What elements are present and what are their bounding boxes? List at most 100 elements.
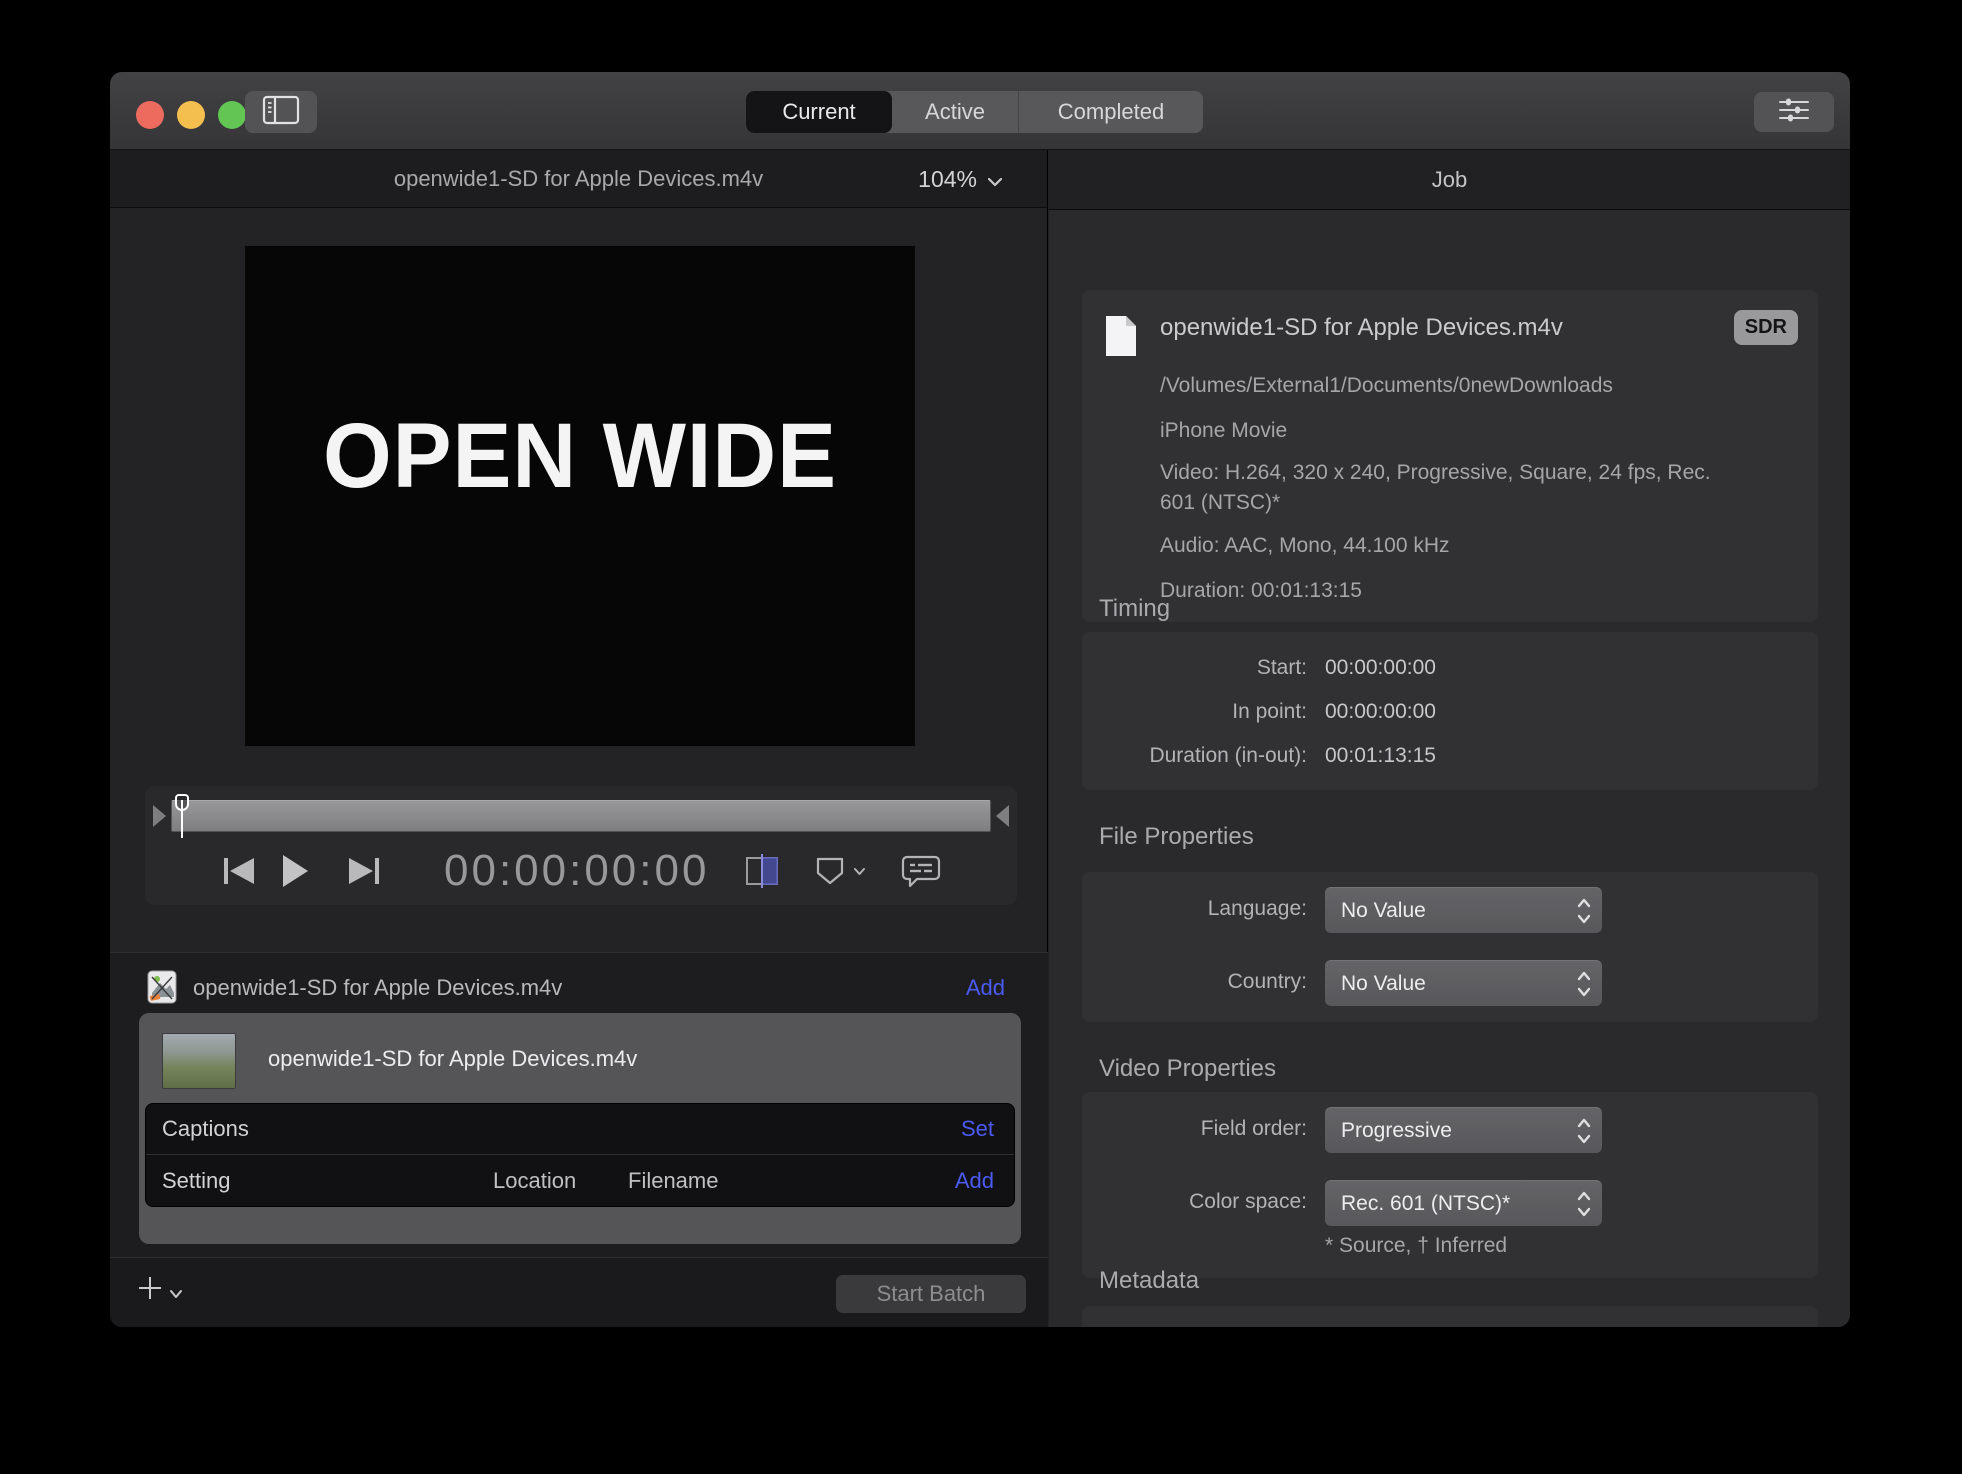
in-point-marker[interactable] bbox=[153, 805, 166, 827]
add-job-button[interactable] bbox=[136, 1274, 183, 1302]
split-view-icon bbox=[741, 853, 783, 889]
video-properties-section-header: Video Properties bbox=[1099, 1055, 1276, 1083]
timing-start-value: 00:00:00:00 bbox=[1325, 656, 1436, 680]
toolbar: Current Active Completed bbox=[110, 72, 1850, 150]
file-audio-info: Audio: AAC, Mono, 44.100 kHz bbox=[1160, 531, 1450, 561]
start-batch-button[interactable]: Start Batch bbox=[836, 1275, 1026, 1313]
out-point-marker[interactable] bbox=[996, 805, 1009, 827]
timing-start-label: Start: bbox=[1082, 656, 1307, 680]
next-frame-icon bbox=[345, 855, 383, 887]
preview-area: OPEN WIDE bbox=[110, 208, 1047, 952]
file-info-card: openwide1-SD for Apple Devices.m4v SDR /… bbox=[1082, 290, 1818, 622]
popup-chevrons-icon bbox=[1576, 968, 1592, 1006]
metadata-card bbox=[1082, 1306, 1818, 1327]
zoom-window-button[interactable] bbox=[218, 101, 246, 129]
playback-controls: 00:00:00:00 bbox=[145, 842, 1017, 900]
color-space-value: Rec. 601 (NTSC)* bbox=[1341, 1192, 1510, 1216]
tab-active[interactable]: Active bbox=[892, 91, 1018, 133]
document-icon bbox=[1104, 314, 1138, 363]
video-properties-card: Field order: Progressive Color space: Re… bbox=[1082, 1092, 1818, 1278]
color-space-popup[interactable]: Rec. 601 (NTSC)* bbox=[1325, 1180, 1602, 1226]
batch-source-filename: openwide1-SD for Apple Devices.m4v bbox=[193, 975, 562, 1001]
batch-view-segmented-control: Current Active Completed bbox=[746, 91, 1203, 133]
inspector-pane: Job openwide1-SD for Apple Devices.m4v S… bbox=[1049, 150, 1850, 1327]
setting-column-label: Setting bbox=[162, 1168, 231, 1194]
sidebar-toggle-button[interactable] bbox=[245, 91, 317, 133]
job-filename: openwide1-SD for Apple Devices.m4v bbox=[268, 1046, 637, 1072]
captions-overlay-button[interactable] bbox=[901, 853, 941, 889]
field-order-popup[interactable]: Progressive bbox=[1325, 1107, 1602, 1153]
batch-section: openwide1-SD for Apple Devices.m4v Add o… bbox=[110, 952, 1048, 1257]
batch-bottom-bar: Start Batch bbox=[110, 1257, 1048, 1327]
language-label: Language: bbox=[1082, 897, 1307, 921]
minimize-window-button[interactable] bbox=[177, 101, 205, 129]
compare-view-button[interactable] bbox=[741, 853, 783, 889]
popup-chevrons-icon bbox=[1576, 1188, 1592, 1226]
captions-label: Captions bbox=[162, 1116, 249, 1142]
timing-duration-value: 00:01:13:15 bbox=[1325, 744, 1436, 768]
file-properties-section-header: File Properties bbox=[1099, 823, 1254, 851]
play-button[interactable] bbox=[280, 853, 310, 889]
timeline-scrubber[interactable] bbox=[171, 800, 991, 832]
country-popup[interactable]: No Value bbox=[1325, 960, 1602, 1006]
job-thumbnail bbox=[162, 1033, 236, 1089]
sdr-badge: SDR bbox=[1734, 310, 1798, 345]
file-duration: Duration: 00:01:13:15 bbox=[1160, 576, 1362, 606]
zoom-level-control[interactable]: 104% bbox=[918, 150, 1003, 208]
source-inferred-footnote: * Source, † Inferred bbox=[1325, 1234, 1507, 1258]
pennant-icon bbox=[813, 854, 847, 888]
inspector-toggle-button[interactable] bbox=[1754, 92, 1834, 132]
location-column-label: Location bbox=[493, 1168, 576, 1194]
chevron-down-icon bbox=[853, 867, 866, 876]
preview-file-title: openwide1-SD for Apple Devices.m4v bbox=[394, 166, 763, 192]
tab-completed[interactable]: Completed bbox=[1018, 91, 1203, 133]
batch-source-row[interactable]: openwide1-SD for Apple Devices.m4v Add bbox=[110, 963, 1048, 1011]
file-name: openwide1-SD for Apple Devices.m4v bbox=[1160, 314, 1563, 342]
job-details-box: Captions Set Setting Location Filename A… bbox=[145, 1103, 1015, 1207]
language-popup[interactable]: No Value bbox=[1325, 887, 1602, 933]
preview-pane: openwide1-SD for Apple Devices.m4v 104% … bbox=[110, 150, 1048, 1327]
playhead-handle[interactable] bbox=[175, 794, 189, 838]
timing-section-header: Timing bbox=[1099, 595, 1170, 623]
chevron-down-icon bbox=[169, 1289, 183, 1299]
tab-current[interactable]: Current bbox=[746, 91, 892, 133]
file-video-info: Video: H.264, 320 x 240, Progressive, Sq… bbox=[1160, 458, 1740, 518]
previous-frame-button[interactable] bbox=[220, 855, 258, 887]
timing-card: Start: 00:00:00:00 In point: 00:00:00:00… bbox=[1082, 632, 1818, 790]
timing-inpoint-value: 00:00:00:00 bbox=[1325, 700, 1436, 724]
close-window-button[interactable] bbox=[136, 101, 164, 129]
captions-set-link[interactable]: Set bbox=[961, 1116, 994, 1142]
outputs-header-row: Setting Location Filename Add bbox=[146, 1155, 1014, 1206]
play-icon bbox=[280, 853, 310, 889]
movie-file-icon bbox=[144, 969, 180, 1010]
preview-target-button[interactable] bbox=[813, 854, 866, 888]
video-frame-text: OPEN WIDE bbox=[258, 404, 901, 509]
sidebar-icon bbox=[262, 95, 300, 130]
add-output-link[interactable]: Add bbox=[966, 975, 1005, 1001]
popup-chevrons-icon bbox=[1576, 1115, 1592, 1153]
main-content: openwide1-SD for Apple Devices.m4v 104% … bbox=[110, 150, 1850, 1327]
country-value: No Value bbox=[1341, 972, 1426, 996]
inspector-header: Job bbox=[1049, 150, 1850, 210]
metadata-section-header: Metadata bbox=[1099, 1267, 1199, 1295]
compressor-window: Current Active Completed bbox=[110, 72, 1850, 1327]
job-card[interactable]: openwide1-SD for Apple Devices.m4v Capti… bbox=[139, 1013, 1021, 1244]
next-frame-button[interactable] bbox=[345, 855, 383, 887]
add-setting-link[interactable]: Add bbox=[955, 1168, 994, 1194]
file-path: /Volumes/External1/Documents/0newDownloa… bbox=[1160, 371, 1613, 401]
color-space-label: Color space: bbox=[1082, 1190, 1307, 1214]
file-properties-card: Language: No Value Country: No Value bbox=[1082, 872, 1818, 1022]
sliders-icon bbox=[1776, 96, 1812, 129]
previous-frame-icon bbox=[220, 855, 258, 887]
zoom-level-value: 104% bbox=[918, 166, 977, 193]
country-label: Country: bbox=[1082, 970, 1307, 994]
inspector-content: openwide1-SD for Apple Devices.m4v SDR /… bbox=[1049, 210, 1850, 1327]
language-value: No Value bbox=[1341, 899, 1426, 923]
video-preview-frame: OPEN WIDE bbox=[245, 246, 915, 746]
caption-bubble-icon bbox=[901, 853, 941, 889]
timing-inpoint-label: In point: bbox=[1082, 700, 1307, 724]
timecode-display: 00:00:00:00 bbox=[444, 846, 684, 896]
field-order-label: Field order: bbox=[1082, 1117, 1307, 1141]
file-kind: iPhone Movie bbox=[1160, 416, 1287, 446]
preview-titlebar: openwide1-SD for Apple Devices.m4v 104% bbox=[110, 150, 1047, 208]
